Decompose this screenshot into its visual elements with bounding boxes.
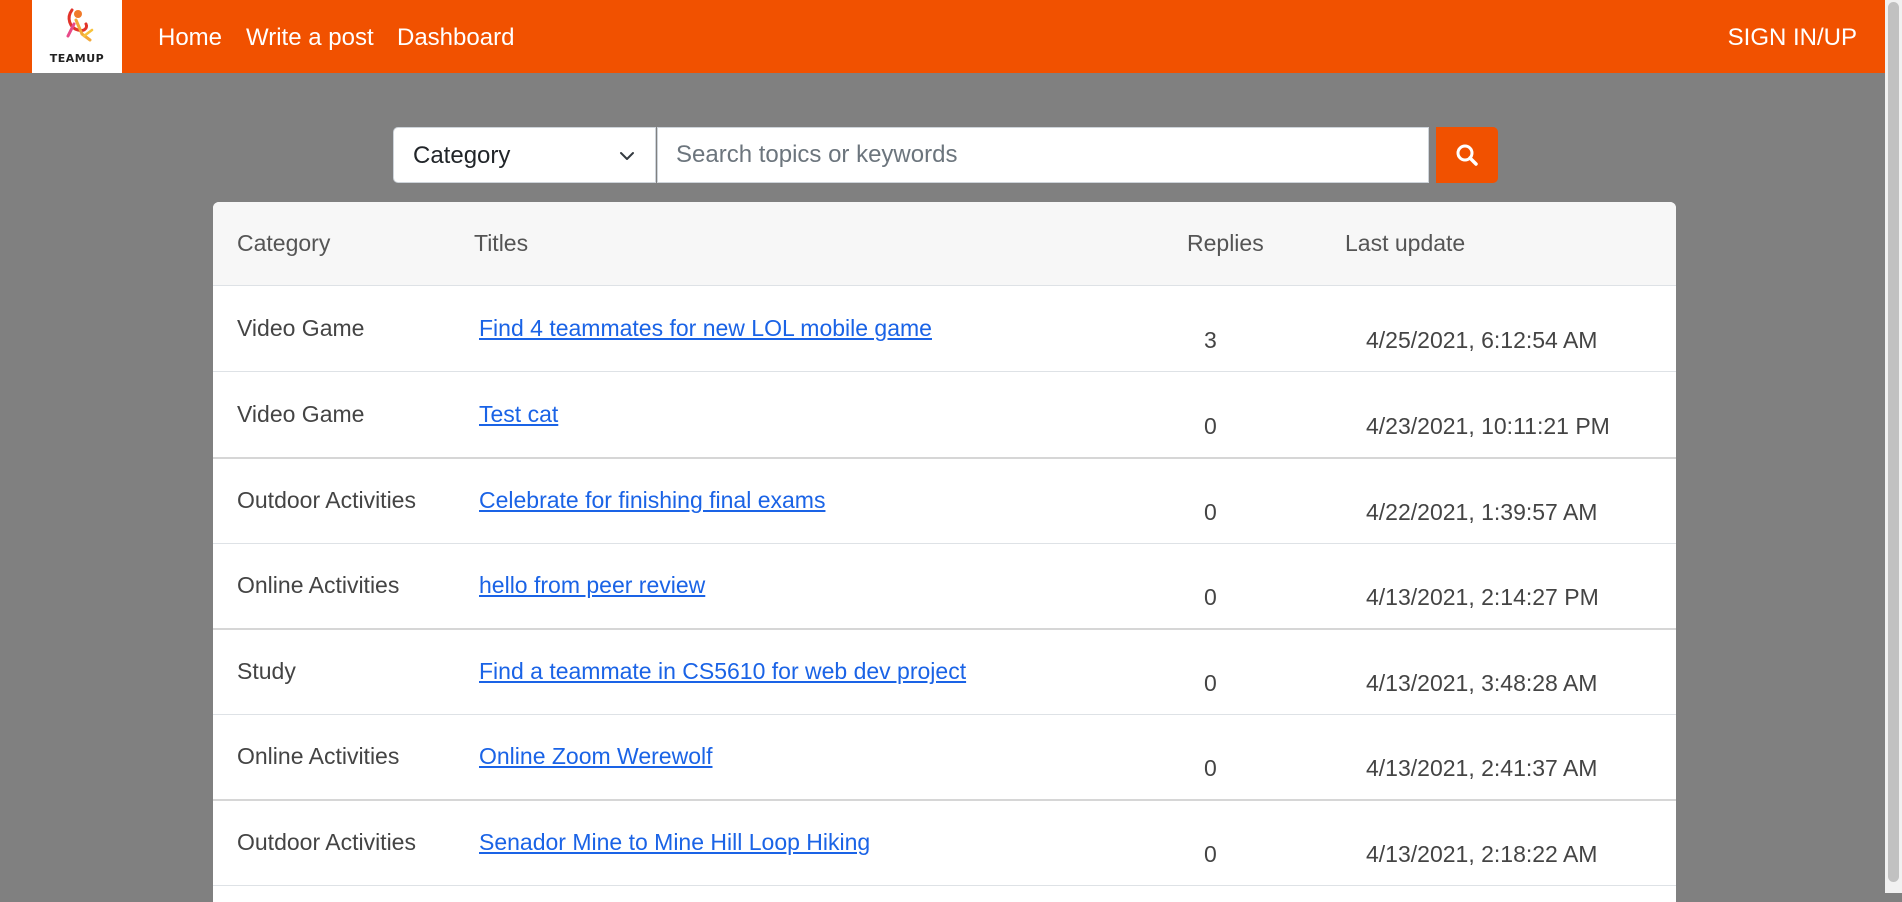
- row-last-update: 4/22/2021, 1:39:57 AM: [1366, 499, 1598, 525]
- table-row: Study Find a teammate in CS5610 for web …: [213, 629, 1676, 715]
- row-title-link[interactable]: Celebrate for finishing final exams: [479, 486, 825, 514]
- nav-write-post-link[interactable]: Write a post: [246, 24, 374, 52]
- nav-dashboard-link[interactable]: Dashboard: [397, 24, 514, 52]
- row-title-link[interactable]: Test cat: [479, 400, 558, 428]
- row-last-update: 4/23/2021, 10:11:21 PM: [1366, 413, 1610, 439]
- row-last-update: 4/13/2021, 2:41:37 AM: [1366, 755, 1598, 781]
- category-select-value: Category: [413, 142, 511, 169]
- row-category: Online Activities: [237, 572, 400, 598]
- category-select[interactable]: Category: [393, 127, 656, 183]
- scrollbar-thumb[interactable]: [1888, 2, 1899, 882]
- search-input[interactable]: [657, 127, 1429, 183]
- row-replies: 0: [1204, 670, 1217, 696]
- header-replies: Replies: [1187, 230, 1264, 256]
- row-last-update: 4/25/2021, 6:12:54 AM: [1366, 327, 1598, 353]
- table-row: Online Activities Online Zoom Werewolf 0…: [213, 714, 1676, 801]
- row-last-update: 4/13/2021, 2:14:27 PM: [1366, 584, 1599, 610]
- row-replies: 0: [1204, 841, 1217, 867]
- table-header: Category Titles Replies Last update: [213, 202, 1676, 286]
- sign-in-up-link[interactable]: SIGN IN/UP: [1728, 24, 1857, 52]
- logo-text: TEAMUP: [49, 52, 105, 65]
- search-icon: [1456, 144, 1478, 166]
- row-category: Outdoor Activities: [237, 487, 416, 513]
- row-replies: 0: [1204, 413, 1217, 439]
- page-scrollbar[interactable]: [1885, 0, 1902, 893]
- teamup-logo[interactable]: TEAMUP: [32, 0, 122, 73]
- chevron-down-icon: [620, 152, 634, 160]
- header-last-update: Last update: [1345, 230, 1466, 256]
- logo-figure-icon: [66, 8, 94, 42]
- navbar: TEAMUP Home Write a post Dashboard SIGN …: [0, 0, 1902, 73]
- row-last-update: 4/13/2021, 3:48:28 AM: [1366, 670, 1598, 696]
- row-replies: 0: [1204, 499, 1217, 525]
- table-row: Outdoor Activities Senador Mine to Mine …: [213, 800, 1676, 886]
- row-category: Video Game: [237, 401, 365, 427]
- row-title-link[interactable]: Senador Mine to Mine Hill Loop Hiking: [479, 828, 870, 856]
- posts-table: Category Titles Replies Last update Vide…: [213, 202, 1676, 902]
- table-row: Video Game Test cat 0 4/23/2021, 10:11:2…: [213, 372, 1676, 459]
- row-last-update: 4/13/2021, 2:18:22 AM: [1366, 841, 1598, 867]
- row-replies: 3: [1204, 327, 1217, 353]
- table-row: Outdoor Activities Celebrate for finishi…: [213, 458, 1676, 544]
- search-bar: Category: [393, 127, 1498, 183]
- row-category: Outdoor Activities: [237, 829, 416, 855]
- row-category: Online Activities: [237, 743, 400, 769]
- header-category: Category: [237, 230, 331, 256]
- row-title-link[interactable]: Online Zoom Werewolf: [479, 742, 713, 770]
- row-category: Study: [237, 658, 296, 684]
- row-title-link[interactable]: Find a teammate in CS5610 for web dev pr…: [479, 657, 966, 685]
- row-replies: 0: [1204, 755, 1217, 781]
- row-replies: 0: [1204, 584, 1217, 610]
- header-titles: Titles: [474, 230, 529, 256]
- row-title-link[interactable]: hello from peer review: [479, 571, 705, 599]
- table-row: Video Game Find 4 teammates for new LOL …: [213, 286, 1676, 372]
- row-category: Video Game: [237, 315, 365, 341]
- table-row: Online Activities hello from peer review…: [213, 543, 1676, 630]
- search-button[interactable]: [1436, 127, 1498, 183]
- row-title-link[interactable]: Find 4 teammates for new LOL mobile game: [479, 314, 932, 342]
- nav-home-link[interactable]: Home: [158, 24, 222, 52]
